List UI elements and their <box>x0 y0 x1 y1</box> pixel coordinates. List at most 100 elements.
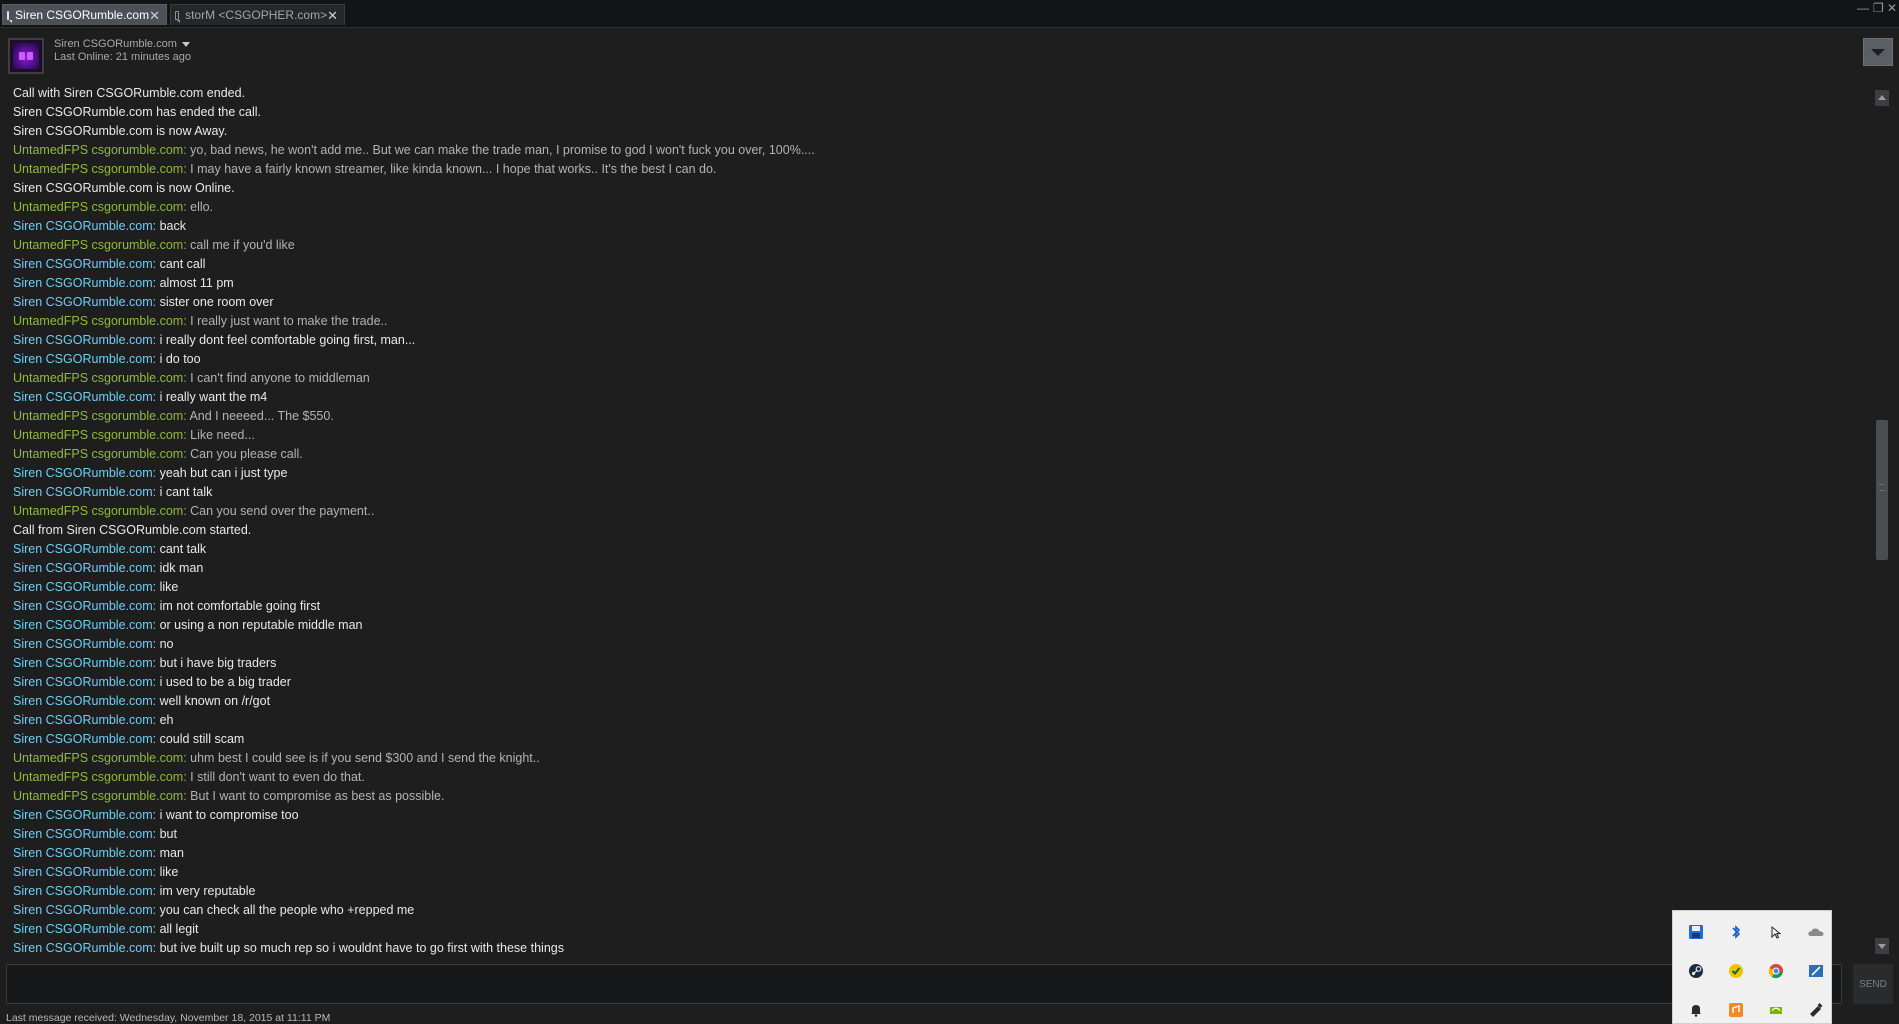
message-sender[interactable]: UntamedFPS csgorumble.com <box>13 428 183 442</box>
chat-message: Siren CSGORumble.com: like <box>13 865 179 879</box>
chat-scrollbar[interactable] <box>1874 90 1890 958</box>
message-sender[interactable]: Siren CSGORumble.com <box>13 884 153 898</box>
message-sender[interactable]: UntamedFPS csgorumble.com <box>13 789 183 803</box>
message-text: im very reputable <box>159 884 256 898</box>
tab-siren[interactable]: Siren CSGORumble.com ✕ <box>2 4 167 25</box>
message-sender[interactable]: UntamedFPS csgorumble.com <box>13 504 183 518</box>
message-sender[interactable]: Siren CSGORumble.com <box>13 580 153 594</box>
message-sender[interactable]: UntamedFPS csgorumble.com <box>13 238 183 252</box>
mouse-icon[interactable] <box>1767 923 1785 941</box>
message-sender[interactable]: Siren CSGORumble.com <box>13 675 153 689</box>
floppy-save-icon[interactable] <box>1687 923 1705 941</box>
message-text: yeah but can i just type <box>159 466 288 480</box>
maximize-icon[interactable]: ❐ <box>1873 1 1884 15</box>
close-tab-icon[interactable]: ✕ <box>149 9 160 22</box>
chat-message: Siren CSGORumble.com: or using a non rep… <box>13 618 363 632</box>
scroll-down-icon[interactable] <box>1875 938 1889 954</box>
message-sender[interactable]: Siren CSGORumble.com <box>13 865 153 879</box>
minimize-icon[interactable]: — <box>1857 1 1869 15</box>
chat-message: UntamedFPS csgorumble.com: ello. <box>13 200 214 214</box>
notification-bell-icon[interactable] <box>1687 1001 1705 1019</box>
message-sender[interactable]: UntamedFPS csgorumble.com <box>13 162 183 176</box>
message-sender[interactable]: UntamedFPS csgorumble.com <box>13 314 183 328</box>
chat-message: UntamedFPS csgorumble.com: And I neeeed.… <box>13 409 334 423</box>
message-text: Can you please call. <box>190 447 303 461</box>
message-sender[interactable]: Siren CSGORumble.com <box>13 333 153 347</box>
message-text: well known on /r/got <box>159 694 271 708</box>
message-text: uhm best I could see is if you send $300… <box>190 751 540 765</box>
pen-tablet-icon[interactable] <box>1807 962 1825 980</box>
chat-message: Siren CSGORumble.com: im not comfortable… <box>13 599 321 613</box>
message-sender[interactable]: UntamedFPS csgorumble.com <box>13 751 183 765</box>
scroll-up-icon[interactable] <box>1875 90 1889 106</box>
system-message: Siren CSGORumble.com is now Online. <box>13 181 235 195</box>
chat-message: Siren CSGORumble.com: cant call <box>13 257 206 271</box>
chrome-icon[interactable] <box>1767 962 1785 980</box>
message-sender[interactable]: Siren CSGORumble.com <box>13 352 153 366</box>
chat-message: UntamedFPS csgorumble.com: yo, bad news,… <box>13 143 815 157</box>
friend-name-menu[interactable]: Siren CSGORumble.com <box>54 38 190 50</box>
message-sender[interactable]: UntamedFPS csgorumble.com <box>13 371 183 385</box>
message-sender[interactable]: UntamedFPS csgorumble.com <box>13 770 183 784</box>
chat-message: Siren CSGORumble.com: idk man <box>13 561 204 575</box>
message-text: i really want the m4 <box>159 390 268 404</box>
message-sender[interactable]: Siren CSGORumble.com <box>13 485 153 499</box>
avatar[interactable] <box>8 38 44 74</box>
usb-eject-icon[interactable] <box>1807 1001 1825 1019</box>
chat-message: UntamedFPS csgorumble.com: Can you send … <box>13 504 375 518</box>
bluetooth-icon[interactable] <box>1727 923 1745 941</box>
message-sender[interactable]: Siren CSGORumble.com <box>13 466 153 480</box>
message-text: almost 11 pm <box>159 276 234 290</box>
message-sender[interactable]: Siren CSGORumble.com <box>13 941 153 955</box>
message-text: I may have a fairly known streamer, like… <box>190 162 717 176</box>
audio-app-icon[interactable] <box>1727 1001 1745 1019</box>
message-sender[interactable]: Siren CSGORumble.com <box>13 390 153 404</box>
cloud-icon[interactable] <box>1807 923 1825 941</box>
message-sender[interactable]: UntamedFPS csgorumble.com <box>13 409 183 423</box>
message-text: like <box>159 580 179 594</box>
message-sender[interactable]: Siren CSGORumble.com <box>13 637 153 651</box>
message-sender[interactable]: Siren CSGORumble.com <box>13 732 153 746</box>
message-input[interactable] <box>6 964 1842 1004</box>
chat-message: Siren CSGORumble.com: man <box>13 846 184 860</box>
scroll-thumb[interactable] <box>1876 420 1888 560</box>
close-tab-icon[interactable]: ✕ <box>327 9 338 22</box>
options-dropdown-button[interactable] <box>1863 38 1893 66</box>
message-text: i cant talk <box>159 485 213 499</box>
message-text: but <box>159 827 177 841</box>
system-message: Siren CSGORumble.com is now Away. <box>13 124 228 138</box>
message-sender[interactable]: Siren CSGORumble.com <box>13 656 153 670</box>
message-sender[interactable]: UntamedFPS csgorumble.com <box>13 200 183 214</box>
tab-storm[interactable]: storM <CSGOPHER.com> ✕ <box>170 4 345 25</box>
chevron-down-icon <box>181 41 190 47</box>
message-sender[interactable]: Siren CSGORumble.com <box>13 257 153 271</box>
steam-icon[interactable] <box>1687 962 1705 980</box>
message-sender[interactable]: Siren CSGORumble.com <box>13 922 153 936</box>
message-text: yo, bad news, he won't add me.. But we c… <box>190 143 815 157</box>
send-button[interactable]: SEND <box>1853 964 1893 1004</box>
message-sender[interactable]: Siren CSGORumble.com <box>13 846 153 860</box>
chat-message: Siren CSGORumble.com: almost 11 pm <box>13 276 234 290</box>
message-sender[interactable]: Siren CSGORumble.com <box>13 808 153 822</box>
nvidia-icon[interactable] <box>1767 1001 1785 1019</box>
message-sender[interactable]: Siren CSGORumble.com <box>13 903 153 917</box>
message-sender[interactable]: UntamedFPS csgorumble.com <box>13 447 183 461</box>
chat-message: UntamedFPS csgorumble.com: I may have a … <box>13 162 717 176</box>
close-window-icon[interactable]: ✕ <box>1887 1 1897 15</box>
norton-shield-icon[interactable] <box>1727 962 1745 980</box>
message-sender[interactable]: Siren CSGORumble.com <box>13 542 153 556</box>
message-text: But I want to compromise as best as poss… <box>190 789 445 803</box>
message-sender[interactable]: Siren CSGORumble.com <box>13 295 153 309</box>
message-sender[interactable]: Siren CSGORumble.com <box>13 276 153 290</box>
message-sender[interactable]: Siren CSGORumble.com <box>13 713 153 727</box>
message-sender[interactable]: Siren CSGORumble.com <box>13 618 153 632</box>
message-sender[interactable]: Siren CSGORumble.com <box>13 561 153 575</box>
message-sender[interactable]: Siren CSGORumble.com <box>13 827 153 841</box>
message-sender[interactable]: UntamedFPS csgorumble.com <box>13 143 183 157</box>
message-sender[interactable]: Siren CSGORumble.com <box>13 694 153 708</box>
chat-message: UntamedFPS csgorumble.com: I can't find … <box>13 371 370 385</box>
message-text: you can check all the people who +repped… <box>159 903 415 917</box>
message-text: call me if you'd like <box>190 238 295 252</box>
message-sender[interactable]: Siren CSGORumble.com <box>13 599 153 613</box>
message-sender[interactable]: Siren CSGORumble.com <box>13 219 153 233</box>
